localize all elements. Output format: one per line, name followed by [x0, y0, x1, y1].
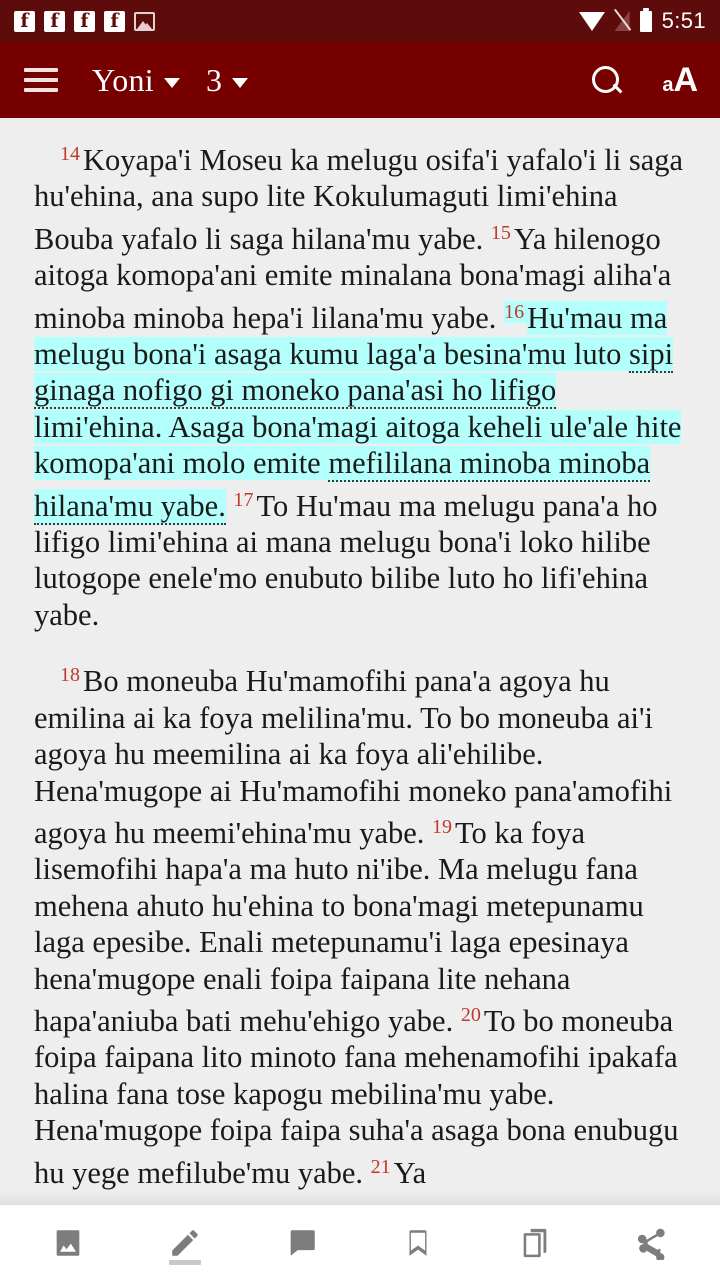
- verse-number[interactable]: 15: [491, 222, 514, 244]
- facebook-icon: [14, 7, 35, 35]
- text-size-big-a: A: [673, 61, 698, 99]
- verse-number[interactable]: 17: [233, 489, 256, 511]
- note-icon: [290, 1229, 315, 1256]
- verse-number[interactable]: 16: [504, 300, 528, 323]
- verse-gap: [483, 222, 491, 256]
- bookmark-icon: [409, 1229, 427, 1256]
- bottom-toolbar: [0, 1204, 720, 1280]
- highlight-button[interactable]: [153, 1213, 217, 1273]
- status-bar: 5:51: [0, 0, 720, 42]
- book-selector-label[interactable]: Yoni: [92, 62, 154, 99]
- app-bar: Yoni 3 aA: [0, 42, 720, 118]
- paragraph-2: 18Bo moneuba Hu'mamofihi pana'a agoya hu…: [34, 657, 686, 1191]
- verse-gap: [363, 1156, 371, 1190]
- status-bar-clock: 5:51: [661, 8, 706, 33]
- image-icon: [56, 1229, 80, 1256]
- paragraph-1: 14Koyapa'i Moseu ka melugu osifa'i yafal…: [34, 136, 686, 633]
- verse-number[interactable]: 20: [461, 1004, 484, 1026]
- text-size-icon[interactable]: aA: [662, 63, 698, 97]
- facebook-icon: [104, 7, 125, 35]
- image-button[interactable]: [36, 1213, 100, 1273]
- copy-button[interactable]: [503, 1213, 567, 1273]
- text-size-small-a: a: [662, 74, 674, 96]
- verse-number[interactable]: 18: [60, 664, 83, 686]
- content-fade: [0, 1190, 720, 1204]
- hamburger-menu-icon[interactable]: [24, 68, 58, 92]
- facebook-icon: [74, 7, 95, 35]
- scripture-content[interactable]: 14Koyapa'i Moseu ka melugu osifa'i yafal…: [0, 118, 720, 1204]
- copy-icon: [523, 1228, 547, 1257]
- image-icon: [134, 11, 155, 31]
- book-chevron-down-icon[interactable]: [164, 78, 180, 88]
- verse-container: 14Koyapa'i Moseu ka melugu osifa'i yafal…: [34, 136, 686, 1191]
- verse-gap: [424, 816, 432, 850]
- status-bar-system: 5:51: [578, 7, 706, 34]
- app-bar-actions: aA: [592, 63, 698, 97]
- chapter-selector-label[interactable]: 3: [206, 62, 222, 99]
- verse-gap: [496, 301, 504, 335]
- verse-gap: [453, 1004, 461, 1038]
- share-button[interactable]: [620, 1213, 684, 1273]
- bible-reader-app: 5:51 Yoni 3 aA 14Koyapa'i Moseu ka melug…: [0, 0, 720, 1280]
- status-bar-notifications: [14, 7, 155, 35]
- bookmark-button[interactable]: [386, 1213, 450, 1273]
- verse-number[interactable]: 21: [371, 1156, 394, 1178]
- note-button[interactable]: [270, 1213, 334, 1273]
- signal-off-icon: [615, 11, 630, 31]
- facebook-icon: [44, 7, 65, 35]
- verse-number[interactable]: 14: [60, 143, 83, 165]
- verse-number[interactable]: 19: [432, 816, 455, 838]
- share-icon: [637, 1228, 665, 1260]
- verse-text[interactable]: Ya: [394, 1156, 427, 1190]
- search-icon[interactable]: [592, 66, 620, 94]
- wifi-icon: [578, 11, 605, 31]
- chapter-chevron-down-icon[interactable]: [232, 78, 248, 88]
- battery-icon: [639, 7, 652, 32]
- pencil-icon: [172, 1229, 198, 1256]
